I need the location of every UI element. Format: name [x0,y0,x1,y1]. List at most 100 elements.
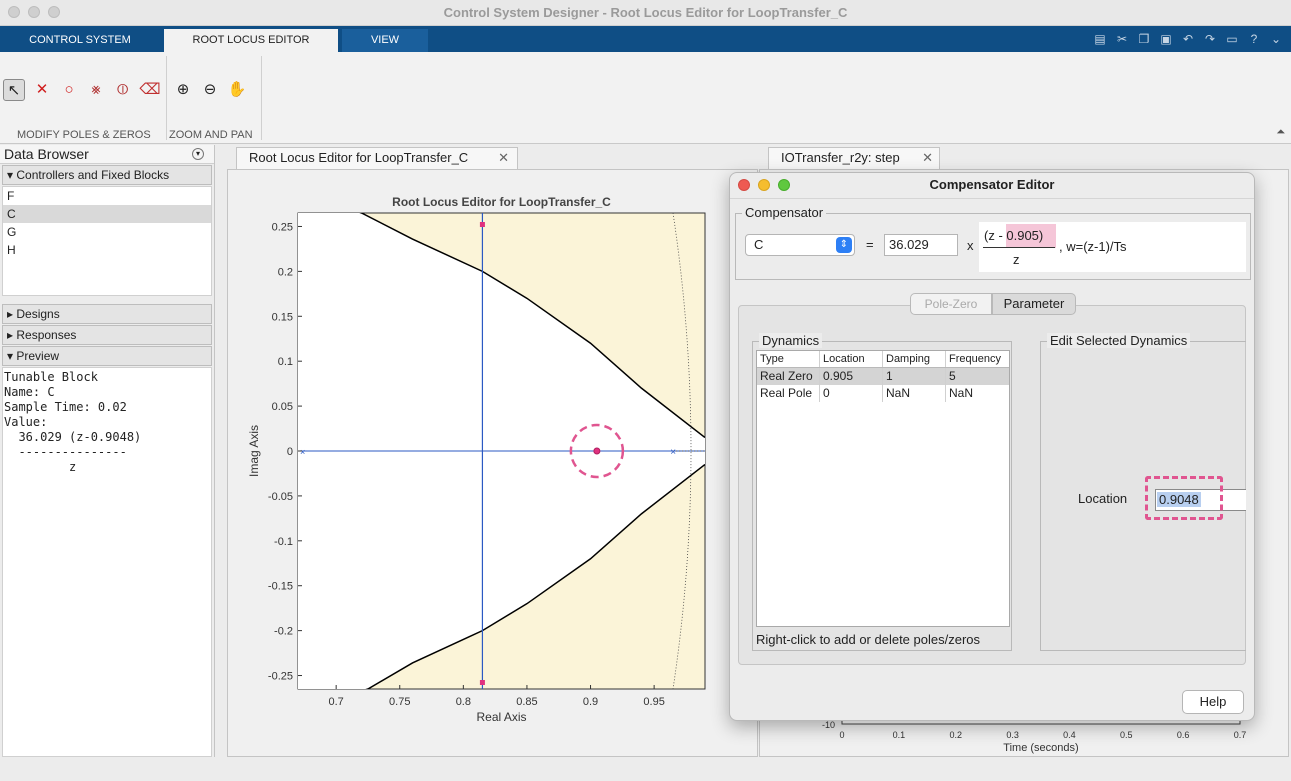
close-tab-icon[interactable]: ✕ [498,148,509,168]
column-header-type[interactable]: Type [757,351,820,367]
eraser-icon[interactable]: ⌫ [139,79,161,101]
quick-access-toolbar: ▤ ✂ ❐ ▣ ↶ ↷ ▭ ? ⌄ [1091,30,1285,48]
y-tick-label: 0.15 [272,311,293,323]
zoom-in-icon[interactable]: ⊕ [172,79,194,101]
tab-control-system[interactable]: CONTROL SYSTEM [0,29,160,52]
browser-menu-icon[interactable]: ▾ [192,148,204,160]
table-row[interactable]: Real Zero 0.905 1 5 [757,368,1009,385]
tf-denominator[interactable]: z [1013,252,1020,267]
copy-icon[interactable]: ❐ [1135,31,1153,47]
table-cell: NaN [949,386,974,400]
dialog-close-button[interactable] [738,179,750,191]
tab-step-label: IOTransfer_r2y: step [781,150,900,165]
title-bar: Control System Designer - Root Locus Edi… [0,0,1291,26]
column-header-damping[interactable]: Damping [883,351,946,367]
add-complex-zero-icon[interactable]: ⦶ [112,79,134,101]
y-tick-label: 0.05 [272,401,293,413]
column-header-frequency[interactable]: Frequency [946,351,1009,367]
group-separator [166,56,167,140]
select-tool-icon[interactable]: ↖ [3,79,25,101]
section-designs[interactable]: ▸ Designs [2,304,212,324]
tab-root-locus-document[interactable]: Root Locus Editor for LoopTransfer_C ✕ [236,147,518,169]
help-button[interactable]: Help [1182,690,1244,714]
x-axis-label: Real Axis [476,710,526,724]
undo-icon[interactable]: ↶ [1179,31,1197,47]
tab-view[interactable]: VIEW [342,29,428,52]
save-icon[interactable]: ▤ [1091,31,1109,47]
window-layout-icon[interactable]: ▭ [1223,31,1241,47]
table-row[interactable]: Real Pole 0 NaN NaN [757,385,1009,402]
y-axis-label: Imag Axis [247,425,261,477]
y-tick-label: 0.25 [272,221,293,233]
section-controllers-label: Controllers and Fixed Blocks [16,168,170,182]
preview-line: Tunable Block [4,370,98,384]
splitter[interactable] [0,296,214,303]
add-zero-icon[interactable]: ○ [58,79,80,101]
gain-input[interactable]: 36.029 [884,234,958,256]
table-cell: NaN [883,385,946,402]
add-complex-pole-icon[interactable]: ⨳ [85,79,107,101]
times-sign: x [967,238,974,253]
equals-sign: = [866,237,874,252]
data-browser-header: Data Browser ▾ [0,145,214,164]
step-x-tick-label: 0.2 [949,730,962,740]
tab-root-locus-editor[interactable]: ROOT LOCUS EDITOR [164,29,338,52]
section-designs-label: Designs [16,307,60,321]
close-tab-icon[interactable]: ✕ [922,148,933,168]
compensator-select-value: C [754,237,764,252]
x-tick-label: 0.7 [329,696,344,708]
table-cell: Real Zero [757,368,820,385]
preview-panel: Tunable Block Name: C Sample Time: 0.02 … [2,367,212,757]
cut-icon[interactable]: ✂ [1113,31,1131,47]
section-preview-label: Preview [16,349,60,363]
y-tick-label: 0.1 [278,356,293,368]
toolstrip: ↖ ✕ ○ ⨳ ⦶ ⌫ ⊕ ⊖ ✋ MODIFY POLES & ZEROS Z… [0,52,1291,144]
section-responses[interactable]: ▸ Responses [2,325,212,345]
compensator-editor-dialog: Compensator Editor Compensator C ⇕ = 36.… [729,172,1255,721]
add-pole-icon[interactable]: ✕ [31,79,53,101]
table-header: Type Location Damping Frequency [757,351,1009,368]
zero-marker [593,447,601,455]
section-controllers[interactable]: ▾ Controllers and Fixed Blocks [2,165,212,185]
pan-hand-icon[interactable]: ✋ [226,79,248,101]
tab-root-locus-label: Root Locus Editor for LoopTransfer_C [249,150,469,165]
root-locus-pane: × × 0.7 0.75 0.8 0.85 0.9 0.95 0.25 0.2 0.15 0.1 0.0… [227,169,758,757]
dialog-minimize-button[interactable] [758,179,770,191]
compensator-select[interactable]: C ⇕ [745,234,855,256]
list-item[interactable]: C [3,205,211,223]
list-item[interactable]: F [3,187,211,205]
location-label: Location [1078,491,1128,506]
tab-parameter[interactable]: Parameter [992,293,1076,315]
preview-line: --------------- [4,445,127,459]
dialog-zoom-button[interactable] [778,179,790,191]
list-item[interactable]: G [3,223,211,241]
axis-end-marker: × [300,447,305,457]
tab-pole-zero[interactable]: Pole-Zero [910,293,992,315]
options-dropdown-icon[interactable]: ⌄ [1267,31,1285,47]
section-preview[interactable]: ▾ Preview [2,346,212,366]
y-tick-label: -0.1 [274,536,293,548]
preview-line: z [4,460,77,474]
collapse-toolstrip-icon[interactable]: ⏶ [1276,126,1285,139]
help-icon[interactable]: ? [1245,31,1263,47]
dialog-title: Compensator Editor [730,173,1254,199]
data-browser-title: Data Browser [4,146,89,162]
x-tick-label: 0.75 [389,696,410,708]
tf-numerator[interactable]: (z - 0.905) [984,228,1043,243]
group-separator [261,56,262,140]
step-x-axis-label: Time (seconds) [1003,742,1078,754]
table-cell: Real Pole [757,385,820,402]
root-locus-plot[interactable]: × × 0.7 0.75 0.8 0.85 0.9 0.95 0.25 0.2 0.15 0.1 0.0… [228,170,759,758]
zoom-out-icon[interactable]: ⊖ [199,79,221,101]
preview-line: Value: [4,415,48,429]
column-header-location[interactable]: Location [820,351,883,367]
y-tick-label: -0.2 [274,626,293,638]
redo-icon[interactable]: ↷ [1201,31,1219,47]
y-tick-label: -0.15 [268,581,293,593]
list-item[interactable]: H [3,241,211,259]
tab-step-document[interactable]: IOTransfer_r2y: step ✕ [768,147,940,169]
table-cell: 5 [946,368,1009,385]
open-loop-pole-icon: × [670,447,676,458]
paste-icon[interactable]: ▣ [1157,31,1175,47]
fraction-bar [983,247,1055,248]
